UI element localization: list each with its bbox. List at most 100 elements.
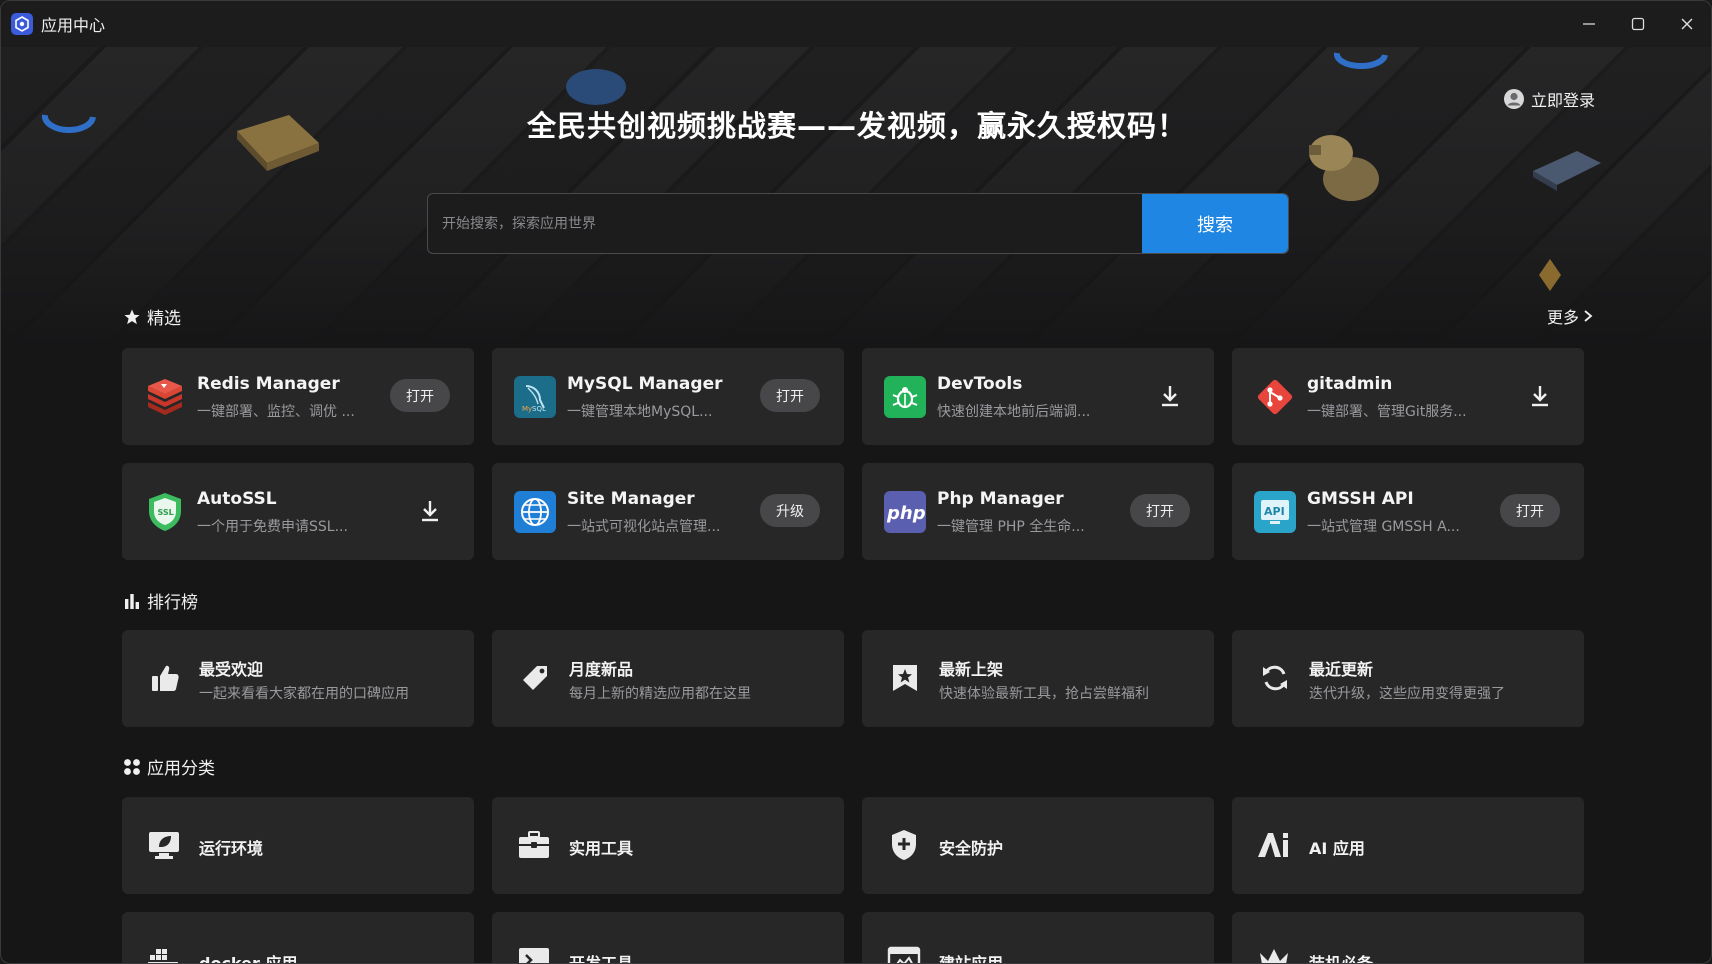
app-name: Redis Manager (197, 374, 340, 394)
category-docker[interactable]: docker 应用 (122, 912, 474, 964)
categories-title: 应用分类 (147, 759, 215, 779)
category-label: 开发工具 (569, 954, 634, 964)
globe-icon (514, 491, 556, 533)
banner-title: 全民共创视频挑战赛——发视频，赢永久授权码！ (526, 109, 1187, 143)
app-desc: 一键管理 PHP 全生命... (937, 519, 1085, 535)
php-icon: php (884, 491, 926, 533)
category-label: 安全防护 (939, 839, 1004, 858)
monitor-leaf-icon (146, 827, 182, 863)
docker-icon (146, 942, 182, 963)
category-dev-tools[interactable]: 开发工具 (492, 912, 844, 964)
featured-heading: 精选 (123, 304, 181, 329)
app-card-site-manager[interactable]: Site Manager 一站式可视化站点管理... 升级 (492, 463, 844, 560)
user-avatar-icon (1503, 89, 1524, 109)
app-card-php-manager[interactable]: php Php Manager 一键管理 PHP 全生命... 打开 (862, 463, 1214, 560)
app-name: Site Manager (567, 489, 695, 509)
search-input[interactable] (428, 194, 1144, 253)
rank-desc: 迭代升级，这些应用变得更强了 (1309, 686, 1505, 702)
category-label: 装机必备 (1309, 954, 1374, 964)
decor-ring2-icon (1333, 52, 1388, 70)
rank-card-new-arrivals[interactable]: 最新上架 快速体验最新工具，抢占尝鲜福利 (862, 630, 1214, 727)
category-website[interactable]: 建站应用 (862, 912, 1214, 963)
category-label: 实用工具 (569, 839, 634, 858)
app-logo-icon (11, 13, 33, 35)
star-badge-icon (888, 660, 922, 696)
ssl-shield-icon: SSL (144, 491, 186, 533)
hero-banner[interactable]: 全民共创视频挑战赛——发视频，赢永久授权码！ 立即登录 搜索 (1, 47, 1711, 347)
app-desc: 一个用于免费申请SSL... (197, 519, 348, 535)
search-button[interactable]: 搜索 (1142, 194, 1288, 253)
category-runtime[interactable]: 运行环境 (122, 797, 474, 894)
open-button[interactable]: 打开 (1500, 494, 1560, 527)
download-icon[interactable] (1160, 384, 1180, 408)
app-card-redis-manager[interactable]: Redis Manager 一键部署、监控、调优 ... 打开 (122, 348, 474, 445)
app-card-gitadmin[interactable]: gitadmin 一键部署、管理Git服务... (1232, 348, 1584, 445)
app-card-autossl[interactable]: SSL AutoSSL 一个用于免费申请SSL... (122, 463, 474, 560)
chevron-right-icon (1584, 310, 1593, 322)
rank-card-popular[interactable]: 最受欢迎 一起来看看大家都在用的口碑应用 (122, 630, 474, 727)
app-desc: 快速创建本地前后端调... (937, 404, 1091, 420)
title-bar: 应用中心 (1, 1, 1711, 47)
download-icon[interactable] (420, 499, 440, 523)
terminal-icon (516, 942, 552, 963)
devtools-icon (884, 376, 926, 418)
ai-icon (1256, 827, 1292, 863)
category-essentials[interactable]: 装机必备 (1232, 912, 1584, 964)
maximize-icon (1631, 17, 1644, 31)
login-label: 立即登录 (1530, 91, 1595, 110)
category-label: AI 应用 (1309, 839, 1365, 858)
toolbox-icon (516, 827, 552, 863)
category-utilities[interactable]: 实用工具 (492, 797, 844, 894)
rank-desc: 每月上新的精选应用都在这里 (569, 686, 751, 702)
svg-text:API: API (1264, 505, 1285, 518)
bar-chart-icon (125, 593, 139, 609)
app-name: Php Manager (937, 489, 1064, 509)
categories-heading: 应用分类 (123, 754, 215, 779)
app-name: MySQL Manager (567, 374, 723, 394)
decor-diamond-icon (1539, 259, 1561, 291)
upgrade-button[interactable]: 升级 (760, 494, 820, 527)
rank-title: 最近更新 (1309, 660, 1374, 679)
category-ai[interactable]: AI 应用 (1232, 797, 1584, 894)
category-label: docker 应用 (199, 954, 298, 964)
app-desc: 一键部署、监控、调优 ... (197, 404, 355, 420)
more-link[interactable]: 更多 (1547, 304, 1593, 328)
app-desc: 一站式管理 GMSSH A... (1307, 519, 1460, 535)
app-name: AutoSSL (197, 489, 277, 509)
decor-book-icon (1533, 151, 1601, 191)
open-button[interactable]: 打开 (390, 379, 450, 412)
app-name: DevTools (937, 374, 1023, 394)
app-window: 应用中心 全民共创视频挑战赛——发视频，赢永久授权码！ 立即登录 开始搜索，探索… (0, 0, 1712, 964)
app-card-mysql-manager[interactable]: My SQL MySQL Manager 一键管理本地MySQL... 打开 (492, 348, 844, 445)
minimize-button[interactable] (1564, 1, 1613, 47)
category-security[interactable]: 安全防护 (862, 797, 1214, 894)
svg-text:SQL: SQL (532, 405, 546, 413)
rank-card-monthly-new[interactable]: 月度新品 每月上新的精选应用都在这里 (492, 630, 844, 727)
open-button[interactable]: 打开 (1130, 494, 1190, 527)
thumbs-up-icon (148, 660, 182, 696)
app-desc: 一站式可视化站点管理... (567, 519, 721, 535)
rank-desc: 一起来看看大家都在用的口碑应用 (199, 686, 409, 702)
download-icon[interactable] (1530, 384, 1550, 408)
svg-text:My: My (522, 405, 532, 413)
featured-title: 精选 (147, 309, 181, 329)
open-button[interactable]: 打开 (760, 379, 820, 412)
login-link[interactable]: 立即登录 (1503, 87, 1595, 111)
app-card-gmssh-api[interactable]: API GMSSH API 一站式管理 GMSSH A... 打开 (1232, 463, 1584, 560)
star-icon (124, 309, 140, 324)
ranking-heading: 排行榜 (123, 588, 198, 613)
close-button[interactable] (1662, 1, 1711, 47)
more-label: 更多 (1546, 308, 1579, 327)
refresh-icon (1258, 660, 1292, 696)
rank-desc: 快速体验最新工具，抢占尝鲜福利 (939, 686, 1149, 702)
redis-icon (144, 376, 186, 418)
rank-title: 最受欢迎 (199, 660, 264, 679)
app-card-devtools[interactable]: DevTools 快速创建本地前后端调... (862, 348, 1214, 445)
search-bar: 搜索 (427, 193, 1289, 254)
maximize-button[interactable] (1613, 1, 1662, 47)
rank-card-recent-updates[interactable]: 最近更新 迭代升级，这些应用变得更强了 (1232, 630, 1584, 727)
app-desc: 一键部署、管理Git服务... (1307, 404, 1467, 420)
ranking-title: 排行榜 (147, 593, 198, 613)
close-icon (1681, 18, 1692, 30)
shield-plus-icon (886, 827, 922, 863)
